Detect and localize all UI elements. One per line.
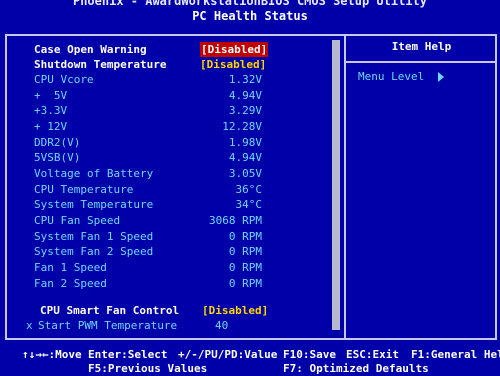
v5sb-value: 4.94V xyxy=(228,151,262,164)
pwm-temp-label: Start PWM Temperature xyxy=(38,319,178,332)
row-cpu-vcore: CPU Vcore 1.32V xyxy=(0,72,340,87)
row-fan-1: Fan 1 Speed 0 RPM xyxy=(0,260,340,275)
cpu-fan-label: CPU Fan Speed xyxy=(34,214,121,227)
sys-fan2-label: System Fan 2 Speed xyxy=(34,245,154,258)
pwm-temp-value: 40 xyxy=(215,319,229,332)
key-defaults: F7: Optimized Defaults xyxy=(283,362,429,375)
sys-temp-value: 34°C xyxy=(235,198,263,211)
row-battery: Voltage of Battery 3.05V xyxy=(0,166,340,181)
row-5vsb: 5VSB(V) 4.94V xyxy=(0,150,340,165)
v3-3-value: 3.29V xyxy=(228,104,262,117)
row-fan-2: Fan 2 Speed 0 RPM xyxy=(0,276,340,291)
sys-fan1-value: 0 RPM xyxy=(228,230,262,243)
row-12v: + 12V 12.28V xyxy=(0,119,340,134)
key-previous: F5:Previous Values xyxy=(88,362,208,375)
fan1-value: 0 RPM xyxy=(228,261,262,274)
sys-fan2-value: 0 RPM xyxy=(228,245,262,258)
v3-3-label: +3.3V xyxy=(34,104,68,117)
shutdown-temperature-value[interactable]: [Disabled] xyxy=(200,57,266,72)
battery-value: 3.05V xyxy=(228,167,262,180)
v5-value: 4.94V xyxy=(228,89,262,102)
fan2-value: 0 RPM xyxy=(228,277,262,290)
row-system-fan-2: System Fan 2 Speed 0 RPM xyxy=(0,244,340,259)
app-title: Phoenix - AwardWorkstationBIOS CMOS Setu… xyxy=(72,0,427,8)
row-shutdown-temperature[interactable]: Shutdown Temperature [Disabled] xyxy=(0,57,340,72)
cpu-fan-value: 3068 RPM xyxy=(209,214,262,227)
row-case-open-warning[interactable]: Case Open Warning [Disabled] xyxy=(0,42,340,57)
sys-fan1-label: System Fan 1 Speed xyxy=(34,230,154,243)
shutdown-temperature-label: Shutdown Temperature xyxy=(34,58,167,71)
v5sb-label: 5VSB(V) xyxy=(34,151,81,164)
row-cpu-fan: CPU Fan Speed 3068 RPM xyxy=(0,213,340,228)
row-start-pwm-temperature: x Start PWM Temperature 40 xyxy=(0,318,340,333)
row-3-3v: +3.3V 3.29V xyxy=(0,103,340,118)
key-value: +/-/PU/PD:Value xyxy=(178,348,278,361)
menu-level-arrow-icon xyxy=(438,72,444,82)
ddr2-value: 1.98V xyxy=(228,136,262,149)
key-help: F1:General Help xyxy=(411,348,500,361)
ddr2-label: DDR2(V) xyxy=(34,136,81,149)
menu-level-label: Menu Level xyxy=(358,70,425,83)
title-bar: Phoenix - AwardWorkstationBIOS CMOS Setu… xyxy=(0,0,500,30)
key-exit: ESC:Exit xyxy=(346,348,399,361)
cpu-vcore-label: CPU Vcore xyxy=(34,73,94,86)
key-move: ↑↓→←:Move xyxy=(22,348,82,361)
battery-label: Voltage of Battery xyxy=(34,167,154,180)
case-open-warning-label: Case Open Warning xyxy=(34,43,147,56)
cpu-temp-label: CPU Temperature xyxy=(34,183,134,196)
key-legend: ↑↓→←:Move Enter:Select +/-/PU/PD:Value F… xyxy=(0,346,500,375)
case-open-warning-value[interactable]: [Disabled] xyxy=(200,42,269,57)
key-save: F10:Save xyxy=(283,348,336,361)
smart-fan-value[interactable]: [Disabled] xyxy=(202,303,268,318)
frame-divider xyxy=(344,34,346,340)
v12-value: 12.28V xyxy=(222,120,262,133)
v5-label: + 5V xyxy=(34,89,68,102)
row-ddr2: DDR2(V) 1.98V xyxy=(0,135,340,150)
help-divider xyxy=(346,61,497,63)
cpu-vcore-value: 1.32V xyxy=(228,73,262,86)
sys-temp-label: System Temperature xyxy=(34,198,154,211)
v12-label: + 12V xyxy=(34,120,68,133)
smart-fan-label: CPU Smart Fan Control xyxy=(40,304,180,317)
disabled-marker: x xyxy=(26,319,33,332)
cpu-temp-value: 36°C xyxy=(235,183,263,196)
row-system-temperature: System Temperature 34°C xyxy=(0,197,340,212)
row-smart-fan-control[interactable]: CPU Smart Fan Control [Disabled] xyxy=(0,303,340,318)
row-system-fan-1: System Fan 1 Speed 0 RPM xyxy=(0,229,340,244)
item-help-title: Item Help xyxy=(391,40,452,53)
fan1-label: Fan 1 Speed xyxy=(34,261,107,274)
row-cpu-temperature: CPU Temperature 36°C xyxy=(0,182,340,197)
row-5v: + 5V 4.94V xyxy=(0,88,340,103)
key-enter: Enter:Select xyxy=(88,348,168,361)
page-title: PC Health Status xyxy=(192,9,308,23)
fan2-label: Fan 2 Speed xyxy=(34,277,107,290)
